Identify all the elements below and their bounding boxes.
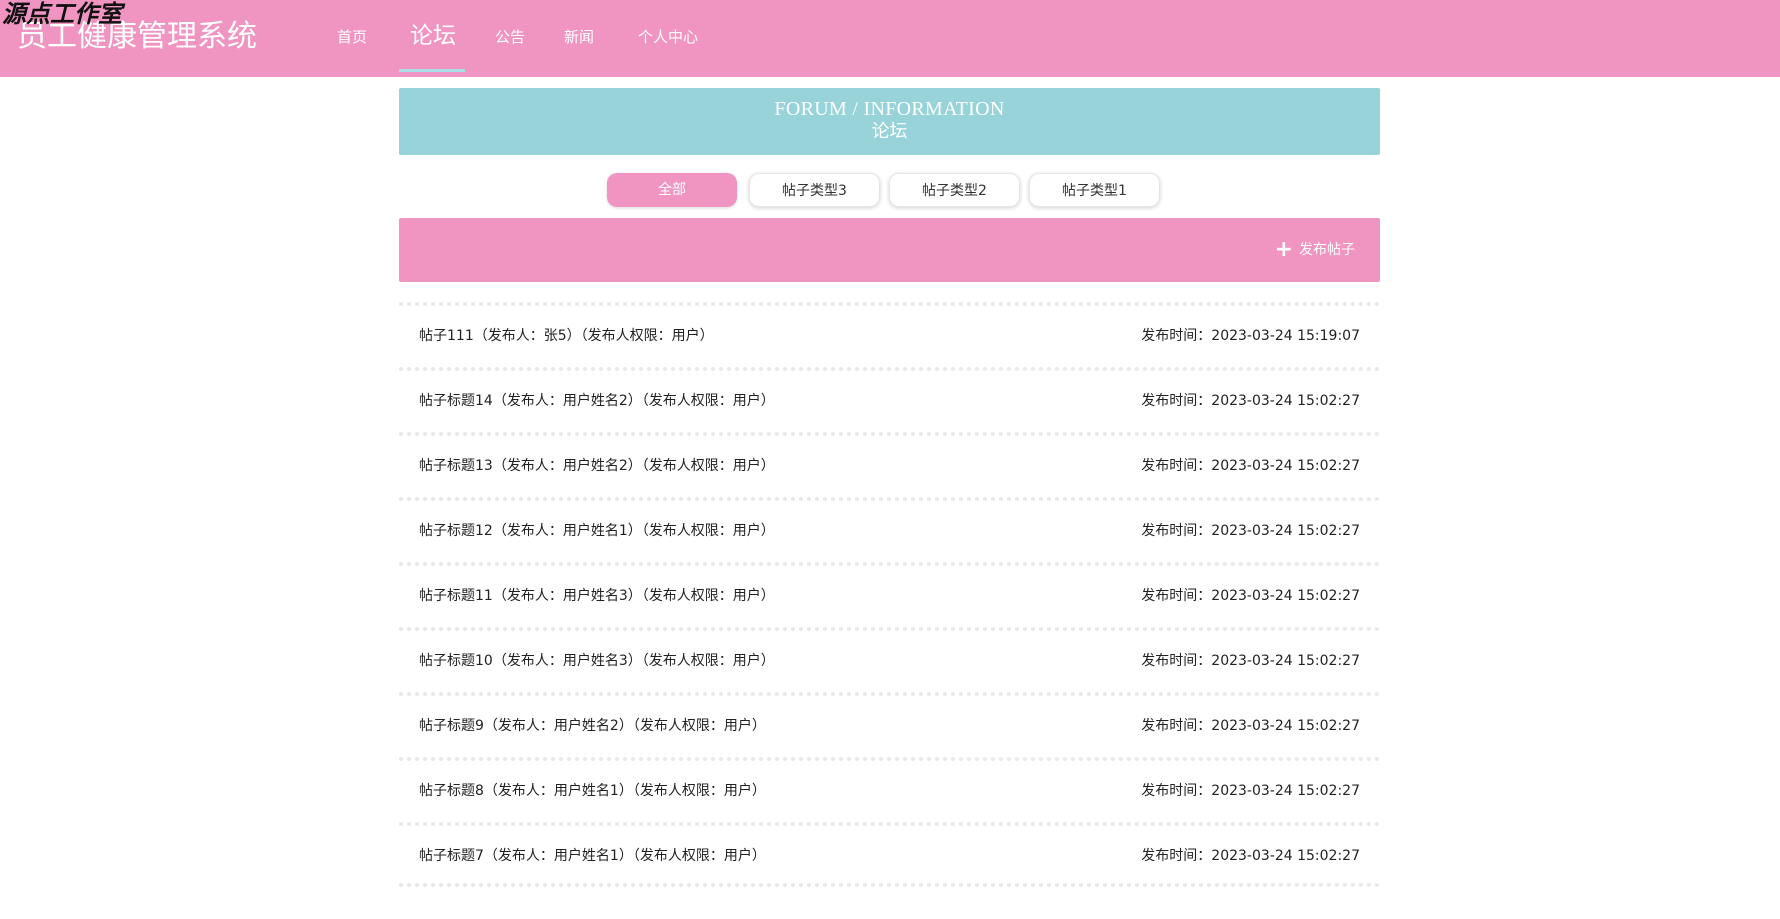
banner-title-cn: 论坛 (871, 121, 908, 142)
page-banner: FORUM / INFORMATION 论坛 (399, 88, 1380, 155)
post-title[interactable]: 帖子标题13（发布人：用户姓名2）（发布人权限：用户） (419, 436, 775, 497)
post-row[interactable]: 帖子标题12（发布人：用户姓名1）（发布人权限：用户） 发布时间：2023-03… (399, 497, 1380, 562)
nav-item-announcements[interactable]: 公告 (495, 0, 525, 77)
post-time: 发布时间：2023-03-24 15:02:27 (1141, 783, 1360, 799)
post-title[interactable]: 帖子标题9（发布人：用户姓名2）（发布人权限：用户） (419, 696, 766, 757)
filter-type3-button[interactable]: 帖子类型3 (749, 173, 880, 207)
publish-post-button[interactable]: + 发布帖子 (1275, 218, 1355, 282)
post-list: 帖子111（发布人：张5）（发布人权限：用户） 发布时间：2023-03-24 … (399, 302, 1380, 887)
post-title[interactable]: 帖子标题11（发布人：用户姓名3）（发布人权限：用户） (419, 566, 775, 627)
post-row[interactable]: 帖子标题10（发布人：用户姓名3）（发布人权限：用户） 发布时间：2023-03… (399, 627, 1380, 692)
nav-item-profile[interactable]: 个人中心 (638, 0, 698, 77)
post-title[interactable]: 帖子标题14（发布人：用户姓名2）（发布人权限：用户） (419, 371, 775, 432)
post-title[interactable]: 帖子标题10（发布人：用户姓名3）（发布人权限：用户） (419, 631, 775, 692)
action-bar: + 发布帖子 (399, 218, 1380, 282)
watermark-text: 源点工作室 (2, 0, 122, 28)
post-time: 发布时间：2023-03-24 15:02:27 (1141, 718, 1360, 734)
top-navbar: 员工健康管理系统 首页 论坛 公告 新闻 个人中心 (0, 0, 1780, 77)
filter-all-button[interactable]: 全部 (607, 173, 737, 207)
post-time: 发布时间：2023-03-24 15:02:27 (1141, 393, 1360, 409)
post-title[interactable]: 帖子标题8（发布人：用户姓名1）（发布人权限：用户） (419, 761, 766, 822)
publish-post-label: 发布帖子 (1299, 242, 1355, 258)
post-row[interactable]: 帖子标题14（发布人：用户姓名2）（发布人权限：用户） 发布时间：2023-03… (399, 367, 1380, 432)
nav-item-home[interactable]: 首页 (337, 0, 367, 77)
post-row[interactable]: 帖子标题9（发布人：用户姓名2）（发布人权限：用户） 发布时间：2023-03-… (399, 692, 1380, 757)
post-time: 发布时间：2023-03-24 15:02:27 (1141, 588, 1360, 604)
filter-type2-button[interactable]: 帖子类型2 (889, 173, 1020, 207)
banner-title-en: FORUM / INFORMATION (774, 98, 1005, 120)
post-row[interactable]: 帖子标题13（发布人：用户姓名2）（发布人权限：用户） 发布时间：2023-03… (399, 432, 1380, 497)
post-title[interactable]: 帖子标题7（发布人：用户姓名1）（发布人权限：用户） (419, 826, 766, 887)
post-time: 发布时间：2023-03-24 15:02:27 (1141, 848, 1360, 864)
post-time: 发布时间：2023-03-24 15:02:27 (1141, 653, 1360, 669)
nav-item-news[interactable]: 新闻 (564, 0, 594, 77)
post-row[interactable]: 帖子标题8（发布人：用户姓名1）（发布人权限：用户） 发布时间：2023-03-… (399, 757, 1380, 822)
post-title[interactable]: 帖子标题12（发布人：用户姓名1）（发布人权限：用户） (419, 501, 775, 562)
nav-item-forum[interactable]: 论坛 (399, 0, 465, 77)
post-row[interactable]: 帖子标题7（发布人：用户姓名1）（发布人权限：用户） 发布时间：2023-03-… (399, 822, 1380, 887)
post-row[interactable]: 帖子111（发布人：张5）（发布人权限：用户） 发布时间：2023-03-24 … (399, 302, 1380, 367)
post-time: 发布时间：2023-03-24 15:19:07 (1141, 328, 1360, 344)
plus-icon: + (1274, 237, 1293, 262)
filter-type1-button[interactable]: 帖子类型1 (1029, 173, 1160, 207)
post-title[interactable]: 帖子111（发布人：张5）（发布人权限：用户） (419, 306, 714, 367)
post-time: 发布时间：2023-03-24 15:02:27 (1141, 523, 1360, 539)
post-row[interactable]: 帖子标题11（发布人：用户姓名3）（发布人权限：用户） 发布时间：2023-03… (399, 562, 1380, 627)
post-time: 发布时间：2023-03-24 15:02:27 (1141, 458, 1360, 474)
